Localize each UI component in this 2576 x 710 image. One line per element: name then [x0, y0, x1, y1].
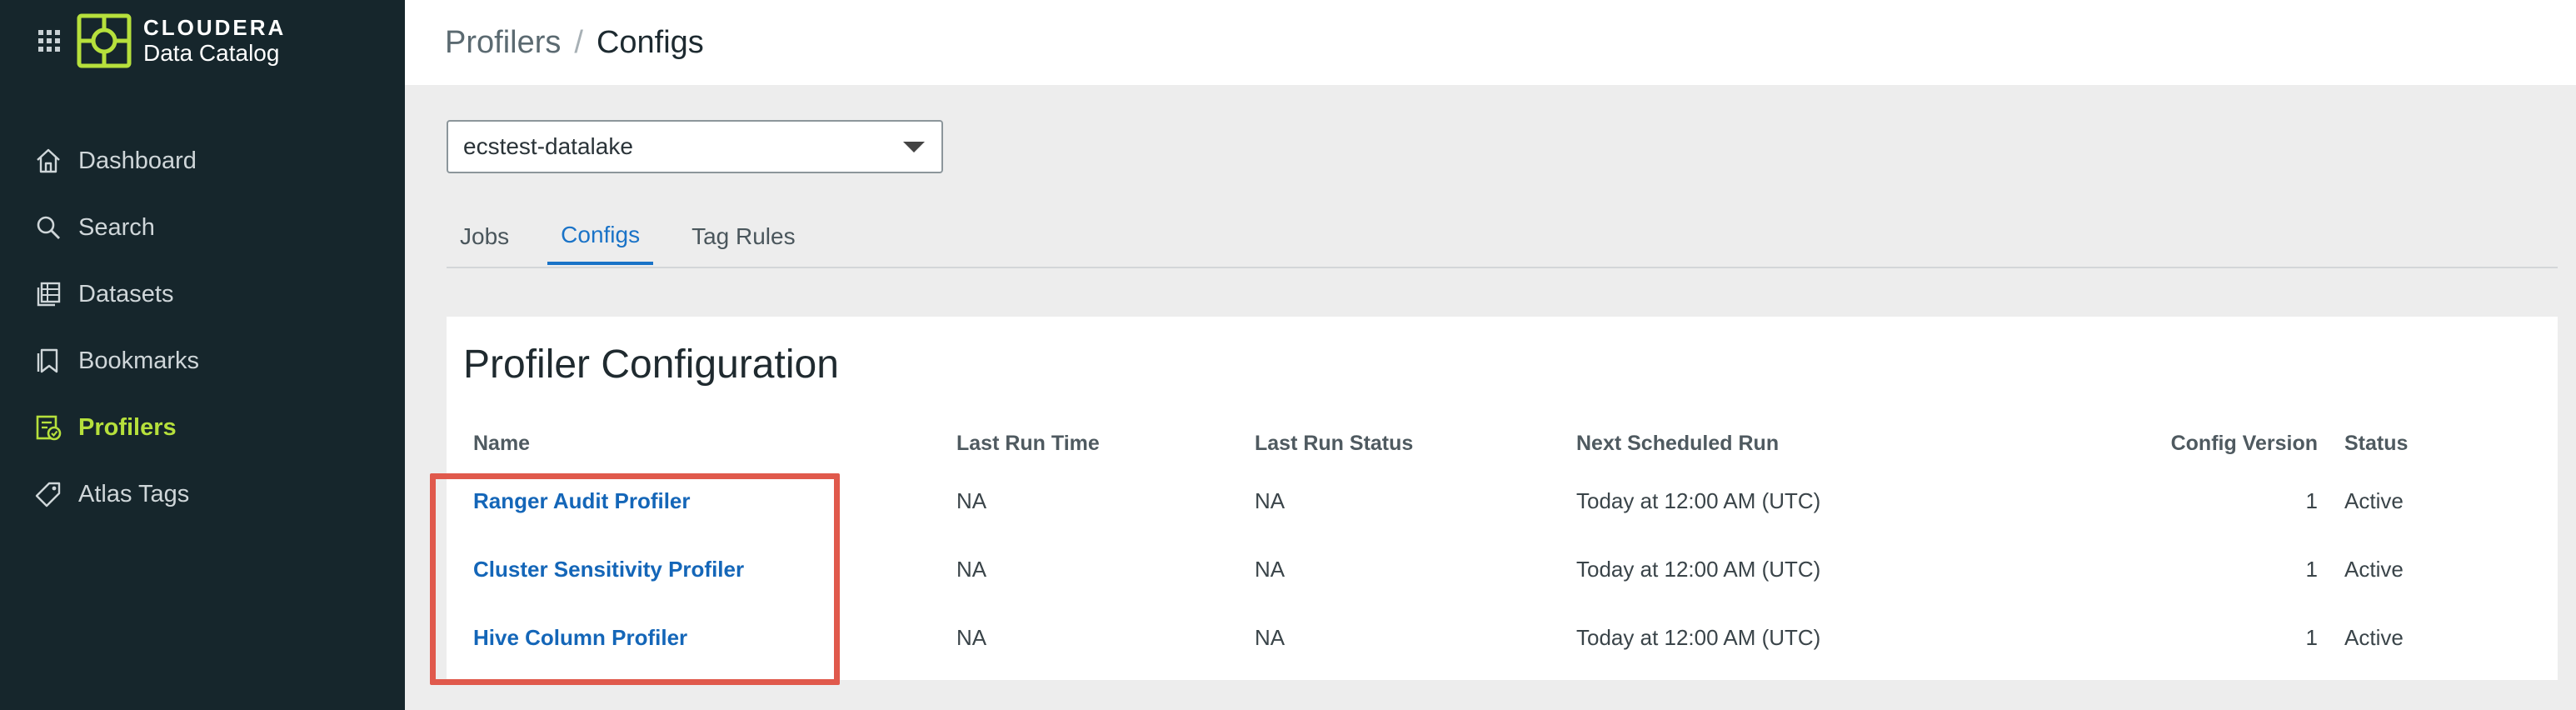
next-run-cell: Today at 12:00 AM (UTC)	[1576, 556, 1821, 582]
datasets-icon	[33, 279, 63, 309]
tab-jobs[interactable]: Jobs	[447, 208, 522, 265]
table-row: Ranger Audit Profiler NA NA Today at 12:…	[447, 467, 2558, 535]
page-header: Profilers / Configs	[405, 0, 2576, 85]
sidebar-item-bookmarks[interactable]: Bookmarks	[0, 328, 405, 394]
profiler-link-cluster-sensitivity[interactable]: Cluster Sensitivity Profiler	[473, 557, 744, 582]
status-cell: Active	[2344, 556, 2404, 582]
tab-configs[interactable]: Configs	[547, 208, 654, 265]
tag-icon	[33, 479, 63, 509]
profiler-link-ranger-audit[interactable]: Ranger Audit Profiler	[473, 488, 691, 513]
bookmark-icon	[33, 346, 63, 376]
status-cell: Active	[2344, 624, 2404, 650]
last-run-time-cell: NA	[956, 556, 987, 582]
brand[interactable]: CLOUDERA Data Catalog	[77, 12, 286, 70]
search-icon	[33, 212, 63, 242]
brand-name: CLOUDERA	[143, 15, 287, 40]
tab-tag-rules[interactable]: Tag Rules	[678, 208, 809, 265]
page-title: Configs	[596, 24, 704, 60]
column-header-last-run-time[interactable]: Last Run Time	[956, 420, 1255, 467]
last-run-time-cell: NA	[956, 624, 987, 650]
table-row: Hive Column Profiler NA NA Today at 12:0…	[447, 603, 2558, 672]
datalake-select[interactable]: ecstest-datalake	[447, 120, 943, 173]
profiler-config-table: Name Last Run Time Last Run Status Next …	[447, 420, 2558, 672]
table-header-row: Name Last Run Time Last Run Status Next …	[447, 420, 2558, 467]
config-version-cell: 1	[2305, 488, 2318, 513]
caret-down-icon	[903, 141, 925, 152]
table-row: Cluster Sensitivity Profiler NA NA Today…	[447, 535, 2558, 603]
sidebar-item-label: Bookmarks	[78, 347, 200, 374]
column-header-last-run-status[interactable]: Last Run Status	[1255, 420, 1576, 467]
column-header-name[interactable]: Name	[447, 420, 956, 467]
sidebar-item-label: Atlas Tags	[78, 480, 190, 508]
next-run-cell: Today at 12:00 AM (UTC)	[1576, 488, 1821, 513]
last-run-status-cell: NA	[1255, 624, 1286, 650]
column-header-next-scheduled-run[interactable]: Next Scheduled Run	[1576, 420, 2093, 467]
sidebar-nav: Dashboard Search Datasets Bookmarks Prof…	[0, 128, 405, 528]
datalake-select-value: ecstest-datalake	[463, 133, 633, 159]
last-run-status-cell: NA	[1255, 488, 1286, 513]
breadcrumb-separator: /	[574, 24, 583, 60]
sidebar-item-label: Dashboard	[78, 147, 197, 174]
app-grid-icon[interactable]	[37, 28, 62, 53]
sidebar-item-atlas-tags[interactable]: Atlas Tags	[0, 461, 405, 528]
data-catalog-logo-icon	[77, 13, 132, 68]
status-cell: Active	[2344, 488, 2404, 513]
profilers-icon	[33, 412, 63, 442]
sidebar-item-search[interactable]: Search	[0, 194, 405, 261]
profiler-link-hive-column[interactable]: Hive Column Profiler	[473, 625, 687, 650]
sidebar-item-datasets[interactable]: Datasets	[0, 261, 405, 328]
breadcrumb: Profilers / Configs	[445, 25, 704, 61]
column-header-config-version[interactable]: Config Version	[2093, 420, 2344, 467]
card-title: Profiler Configuration	[463, 342, 839, 387]
config-version-cell: 1	[2305, 624, 2318, 650]
brand-product: Data Catalog	[143, 40, 280, 66]
profiler-config-card: Profiler Configuration Name Last Run Tim…	[447, 317, 2558, 680]
sidebar-item-dashboard[interactable]: Dashboard	[0, 128, 405, 194]
home-icon	[33, 146, 63, 176]
sidebar-item-label: Search	[78, 213, 155, 241]
breadcrumb-profilers-link[interactable]: Profilers	[445, 25, 561, 61]
column-header-status[interactable]: Status	[2344, 420, 2558, 467]
next-run-cell: Today at 12:00 AM (UTC)	[1576, 624, 1821, 650]
sidebar-item-profilers[interactable]: Profilers	[0, 394, 405, 461]
sidebar: CLOUDERA Data Catalog Dashboard Search D…	[0, 0, 405, 710]
config-version-cell: 1	[2305, 556, 2318, 582]
last-run-status-cell: NA	[1255, 556, 1286, 582]
last-run-time-cell: NA	[956, 488, 987, 513]
tab-bar: Jobs Configs Tag Rules	[447, 208, 2558, 268]
sidebar-item-label: Datasets	[78, 280, 174, 308]
sidebar-item-label: Profilers	[78, 413, 177, 441]
